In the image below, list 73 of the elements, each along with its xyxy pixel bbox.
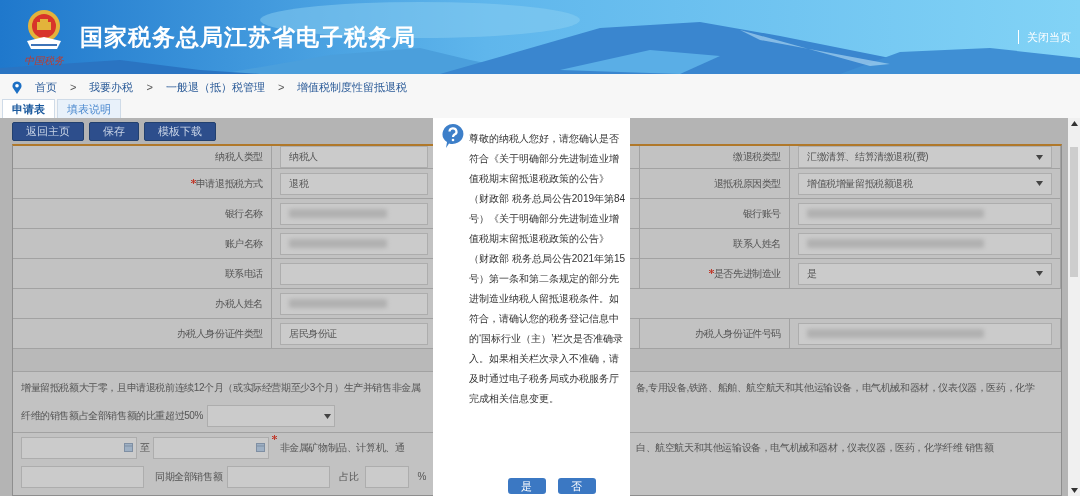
scrollbar-thumb[interactable]: [1070, 147, 1078, 277]
condition-text: 纤维的销售额占全部销售额的比重超过50%: [21, 409, 203, 423]
percent-sign: %: [417, 471, 426, 482]
field-label: 纳税人类型: [215, 150, 263, 164]
field-label: 办税人身份证件号码: [694, 326, 781, 341]
industry-note: 白、航空航天和其他运输设备，电气机械和器材，仪表仪器，医药，化学纤维 销售额: [635, 440, 995, 455]
range-label: 至: [140, 440, 150, 455]
text-field[interactable]: [798, 322, 1052, 345]
location-pin-icon: [12, 80, 22, 94]
site-title: 国家税务总局江苏省电子税务局: [80, 22, 416, 52]
required-icon: [708, 268, 714, 274]
field-label: 联系人姓名: [733, 236, 781, 251]
select-field[interactable]: 增值税增量留抵税额退税: [798, 172, 1052, 195]
text-field[interactable]: [280, 232, 428, 255]
text-field[interactable]: [365, 465, 410, 488]
date-field[interactable]: [152, 436, 269, 459]
date-field[interactable]: [21, 436, 137, 459]
required-icon: [190, 178, 196, 184]
dialog-button[interactable]: 是: [507, 478, 546, 494]
dropdown-icon[interactable]: [1036, 271, 1043, 276]
select-field[interactable]: 汇缴清算、结算清缴退税(费): [798, 146, 1052, 168]
required-icon: [271, 435, 277, 440]
dialog-button[interactable]: 否: [557, 478, 596, 494]
field-label: 联系电话: [224, 266, 263, 281]
field-label: 银行账号: [742, 206, 781, 221]
breadcrumb-link[interactable]: 我要办税: [89, 79, 134, 95]
text-field[interactable]: [21, 465, 144, 488]
breadcrumb-link[interactable]: 一般退（抵）税管理: [165, 79, 265, 95]
scroll-up-icon[interactable]: [1070, 121, 1078, 126]
text-field[interactable]: 纳税人: [280, 146, 428, 168]
text-field[interactable]: [280, 202, 428, 225]
field-label: 银行名称: [224, 206, 263, 221]
logo-caption: 中国税务: [24, 53, 64, 68]
text-field[interactable]: [280, 262, 428, 285]
text-field[interactable]: 居民身份证: [280, 322, 428, 345]
text-field[interactable]: [280, 292, 428, 315]
calendar-icon[interactable]: [124, 443, 133, 452]
scroll-down-icon[interactable]: [1070, 488, 1078, 493]
breadcrumb-link[interactable]: 首页: [35, 79, 57, 95]
breadcrumb-separator: >: [70, 81, 77, 93]
tab[interactable]: 申请表: [2, 99, 55, 118]
total-sales-label: 同期全部销售额: [155, 469, 223, 484]
scrollbar[interactable]: [1068, 118, 1080, 496]
select-field[interactable]: 是: [798, 262, 1052, 285]
toolbar-button[interactable]: 保存: [89, 121, 139, 141]
dropdown-icon[interactable]: [1036, 181, 1043, 186]
field-label: 申请退抵税方式: [190, 176, 263, 191]
field-label: 缴退税类型: [733, 150, 781, 164]
text-field[interactable]: [798, 202, 1052, 225]
condition-text: 备,专用设备,铁路、船舶、航空航天和其他运输设备，电气机械和器材，仪表仪器，医药，化学: [635, 381, 1036, 395]
dropdown-icon[interactable]: [324, 413, 331, 419]
confirm-message: 尊敬的纳税人您好，请您确认是否符合《关于明确部分先进制造业增值税期末留抵退税政策的公告》（财政部 税务总局公告2019年第84号）《关于明确部分先进制造业增值税期末留抵退税政策的公告》（财政部 税务总局公告2021年第15号）第一条和第二条规定的部分先进制造业纳税人留抵退税条件。如符合，请确认您的税务登记信息中的‘国标行业（主）’栏次是否准确录入。如果相关栏次录入不准确，请及时通过电子税务局或办税服务厅完成相关信息变更。: [469, 132, 626, 406]
field-label: 是否先进制造业: [708, 266, 781, 281]
text-field[interactable]: 退税: [280, 172, 428, 195]
text-field[interactable]: [227, 465, 331, 488]
calendar-icon[interactable]: [255, 443, 265, 452]
breadcrumb-separator: >: [146, 81, 153, 93]
field-label: 退抵税原因类型: [713, 176, 781, 191]
field-label: 办税人身份证件类型: [176, 326, 263, 341]
toolbar-button[interactable]: 返回主页: [12, 121, 84, 141]
text-field[interactable]: [798, 232, 1052, 255]
breadcrumb-separator: >: [277, 81, 285, 93]
ratio-label: 占比: [339, 469, 359, 484]
toolbar-button[interactable]: 模板下载: [144, 121, 216, 141]
breadcrumb-link[interactable]: 增值税制度性留抵退税: [297, 79, 408, 95]
tab[interactable]: 填表说明: [57, 99, 121, 118]
select-field[interactable]: [207, 405, 335, 427]
field-label: 账户名称: [224, 236, 263, 251]
field-label: 办税人姓名: [215, 296, 263, 311]
question-icon: [441, 123, 465, 149]
industry-note: 非金属矿物制品、计算机、通: [279, 440, 405, 455]
dropdown-icon[interactable]: [1036, 154, 1043, 160]
condition-text: 增量留抵税额大于零，且申请退税前连续12个月（或实际经营期至少3个月）生产并销售非金属: [20, 381, 422, 395]
